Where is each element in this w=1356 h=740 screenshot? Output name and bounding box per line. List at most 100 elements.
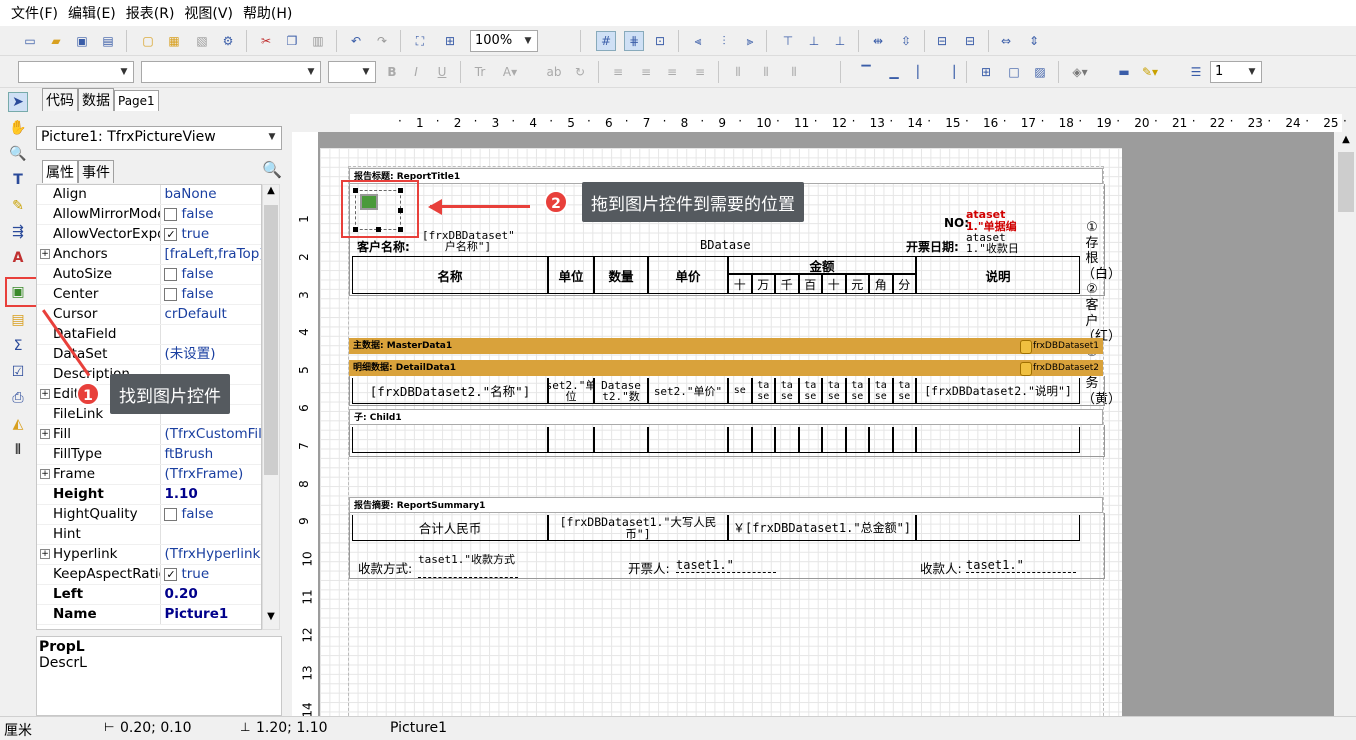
no-value[interactable]: ataset1."单据编 xyxy=(966,209,1032,233)
new-dialog-icon[interactable]: ▦ xyxy=(164,31,184,51)
style-select[interactable]: ▼ xyxy=(18,61,134,83)
property-row[interactable]: Height 1.10 xyxy=(37,485,261,505)
property-value[interactable] xyxy=(161,525,261,544)
menu-view[interactable]: 视图(V) xyxy=(179,3,238,23)
same-width-icon[interactable]: ⇔ xyxy=(996,31,1016,51)
align-right-icon[interactable]: ⫸ xyxy=(740,31,760,51)
pay-label[interactable]: 收款方式: xyxy=(358,558,412,577)
align-left-icon[interactable]: ⫷ xyxy=(688,31,708,51)
child-cell[interactable] xyxy=(352,427,548,453)
design-scrollbar[interactable]: ▲ xyxy=(1336,132,1356,716)
detail-digit-cell[interactable]: ta se xyxy=(845,378,869,404)
valign-top-icon[interactable]: ⦀ xyxy=(728,62,748,82)
frame-right-icon[interactable]: ▕ xyxy=(940,62,960,82)
property-row[interactable]: + Anchors [fraLeft,fraTop] xyxy=(37,245,261,265)
bdatase-field[interactable]: BDatase xyxy=(700,238,751,252)
child-cell[interactable] xyxy=(916,427,1080,453)
customer-value[interactable]: [frxDBDataset"客户名称"] xyxy=(422,230,514,254)
paste-icon[interactable]: ▥ xyxy=(308,31,328,51)
master-data-band[interactable]: 主数据: MasterData1 frxDBDataset1 xyxy=(349,338,1103,354)
detail-note[interactable]: [frxDBDataset2."说明"] xyxy=(916,378,1080,404)
frame-all-icon[interactable]: ⊞ xyxy=(976,62,996,82)
child-cell[interactable] xyxy=(892,427,916,453)
issuer-label[interactable]: 开票人: xyxy=(628,558,670,577)
group-icon[interactable]: ⊞ xyxy=(440,31,460,51)
digit-header[interactable]: 十 xyxy=(822,274,846,294)
new-page-icon[interactable]: ▢ xyxy=(138,31,158,51)
center-v-icon[interactable]: ⊟ xyxy=(960,31,980,51)
menu-edit[interactable]: 编辑(E) xyxy=(63,3,121,23)
detail-digit-cell[interactable]: se xyxy=(728,378,752,404)
property-row[interactable]: AutoSize false xyxy=(37,265,261,285)
total-upper[interactable]: [frxDBDataset1."大写人民币"] xyxy=(548,515,728,541)
font-settings-icon[interactable]: Tr xyxy=(470,62,490,82)
property-row[interactable]: + Hyperlink (TfrxHyperlink) xyxy=(37,545,261,565)
detail-digit-cell[interactable]: ta se xyxy=(892,378,916,404)
child-cell[interactable] xyxy=(775,427,799,453)
property-value[interactable]: crDefault xyxy=(161,305,261,324)
space-h-icon[interactable]: ⇹ xyxy=(868,31,888,51)
expand-icon[interactable]: + xyxy=(40,429,50,439)
zoom-select[interactable]: 100% ▼ xyxy=(470,30,538,52)
frame-color-icon[interactable]: ▬ xyxy=(1114,62,1134,82)
property-value[interactable]: ✓ true xyxy=(161,565,261,584)
property-row[interactable]: FillType ftBrush xyxy=(37,445,261,465)
valign-center-icon[interactable]: ⦀ xyxy=(756,62,776,82)
detail-digit-cell[interactable]: ta se xyxy=(775,378,799,404)
shape-object-icon[interactable]: ◭ xyxy=(8,414,28,434)
property-row[interactable]: Name Picture1 xyxy=(37,605,261,625)
menu-file[interactable]: 文件(F) xyxy=(6,3,63,23)
pay-value[interactable]: taset1."收款方式 xyxy=(418,554,518,578)
select-tool-icon[interactable]: ➤ xyxy=(8,92,28,112)
property-row[interactable]: Align baNone xyxy=(37,185,261,205)
undo-icon[interactable]: ↶ xyxy=(346,31,366,51)
property-value[interactable]: false xyxy=(161,285,261,304)
align-grid-icon[interactable]: ⋕ xyxy=(624,31,644,51)
tab-events[interactable]: 事件 xyxy=(78,160,114,183)
detail-digit-cell[interactable]: ta se xyxy=(751,378,775,404)
text-right-icon[interactable]: ≡ xyxy=(662,62,682,82)
child-cell[interactable] xyxy=(594,427,648,453)
header-name[interactable]: 名称 xyxy=(352,256,548,294)
child-cell[interactable] xyxy=(728,427,752,453)
property-value[interactable]: (TfrxCustomFill) xyxy=(161,425,261,444)
font-name-select[interactable]: ▼ xyxy=(141,61,321,83)
detail-digit-cell[interactable]: ta se xyxy=(869,378,893,404)
date-label[interactable]: 开票日期: xyxy=(906,238,959,255)
child-cell[interactable] xyxy=(648,427,728,453)
property-row[interactable]: AllowMirrorMode false xyxy=(37,205,261,225)
line-style-icon[interactable]: ☰ xyxy=(1186,62,1206,82)
checkbox[interactable] xyxy=(164,208,178,221)
barcode-icon[interactable]: ⦀ xyxy=(8,440,28,460)
rotate-icon[interactable]: ↻ xyxy=(570,62,590,82)
property-row[interactable]: KeepAspectRatio ✓ true xyxy=(37,565,261,585)
property-value[interactable]: Picture1 xyxy=(161,605,261,624)
total-note[interactable] xyxy=(916,515,1080,541)
digit-header[interactable]: 十 xyxy=(728,274,752,294)
expand-icon[interactable]: + xyxy=(40,389,50,399)
search-icon[interactable]: 🔍 xyxy=(262,160,282,179)
property-row[interactable]: HightQuality false xyxy=(37,505,261,525)
bold-icon[interactable]: B xyxy=(382,62,402,82)
italic-icon[interactable]: I xyxy=(406,62,426,82)
expand-icon[interactable]: + xyxy=(40,469,50,479)
tab-data[interactable]: 数据 xyxy=(78,88,114,111)
rich-text-icon[interactable]: ⎙ xyxy=(8,388,28,408)
property-row[interactable]: Cursor crDefault xyxy=(37,305,261,325)
hand-tool-icon[interactable]: ✋ xyxy=(8,118,28,138)
property-value[interactable]: ✓ true xyxy=(161,225,261,244)
line-width-select[interactable]: 1 ▼ xyxy=(1210,61,1262,83)
detail-digit-cell[interactable]: ta se xyxy=(798,378,822,404)
payee-value[interactable]: taset1." xyxy=(966,558,1076,573)
child-cell[interactable] xyxy=(822,427,846,453)
align-hcenter-icon[interactable]: ⫶ xyxy=(714,31,734,51)
property-value[interactable]: (TfrxHyperlink) xyxy=(161,545,261,564)
header-price[interactable]: 单价 xyxy=(648,256,728,294)
child-cell[interactable] xyxy=(845,427,869,453)
new-icon[interactable]: ▭ xyxy=(20,31,40,51)
text-tool-icon[interactable]: T xyxy=(8,170,28,190)
fit-grid-icon[interactable]: ⊡ xyxy=(650,31,670,51)
property-value[interactable]: ftBrush xyxy=(161,445,261,464)
property-value[interactable]: 0.20 xyxy=(161,585,261,604)
subreport-icon[interactable]: ▤ xyxy=(8,310,28,330)
